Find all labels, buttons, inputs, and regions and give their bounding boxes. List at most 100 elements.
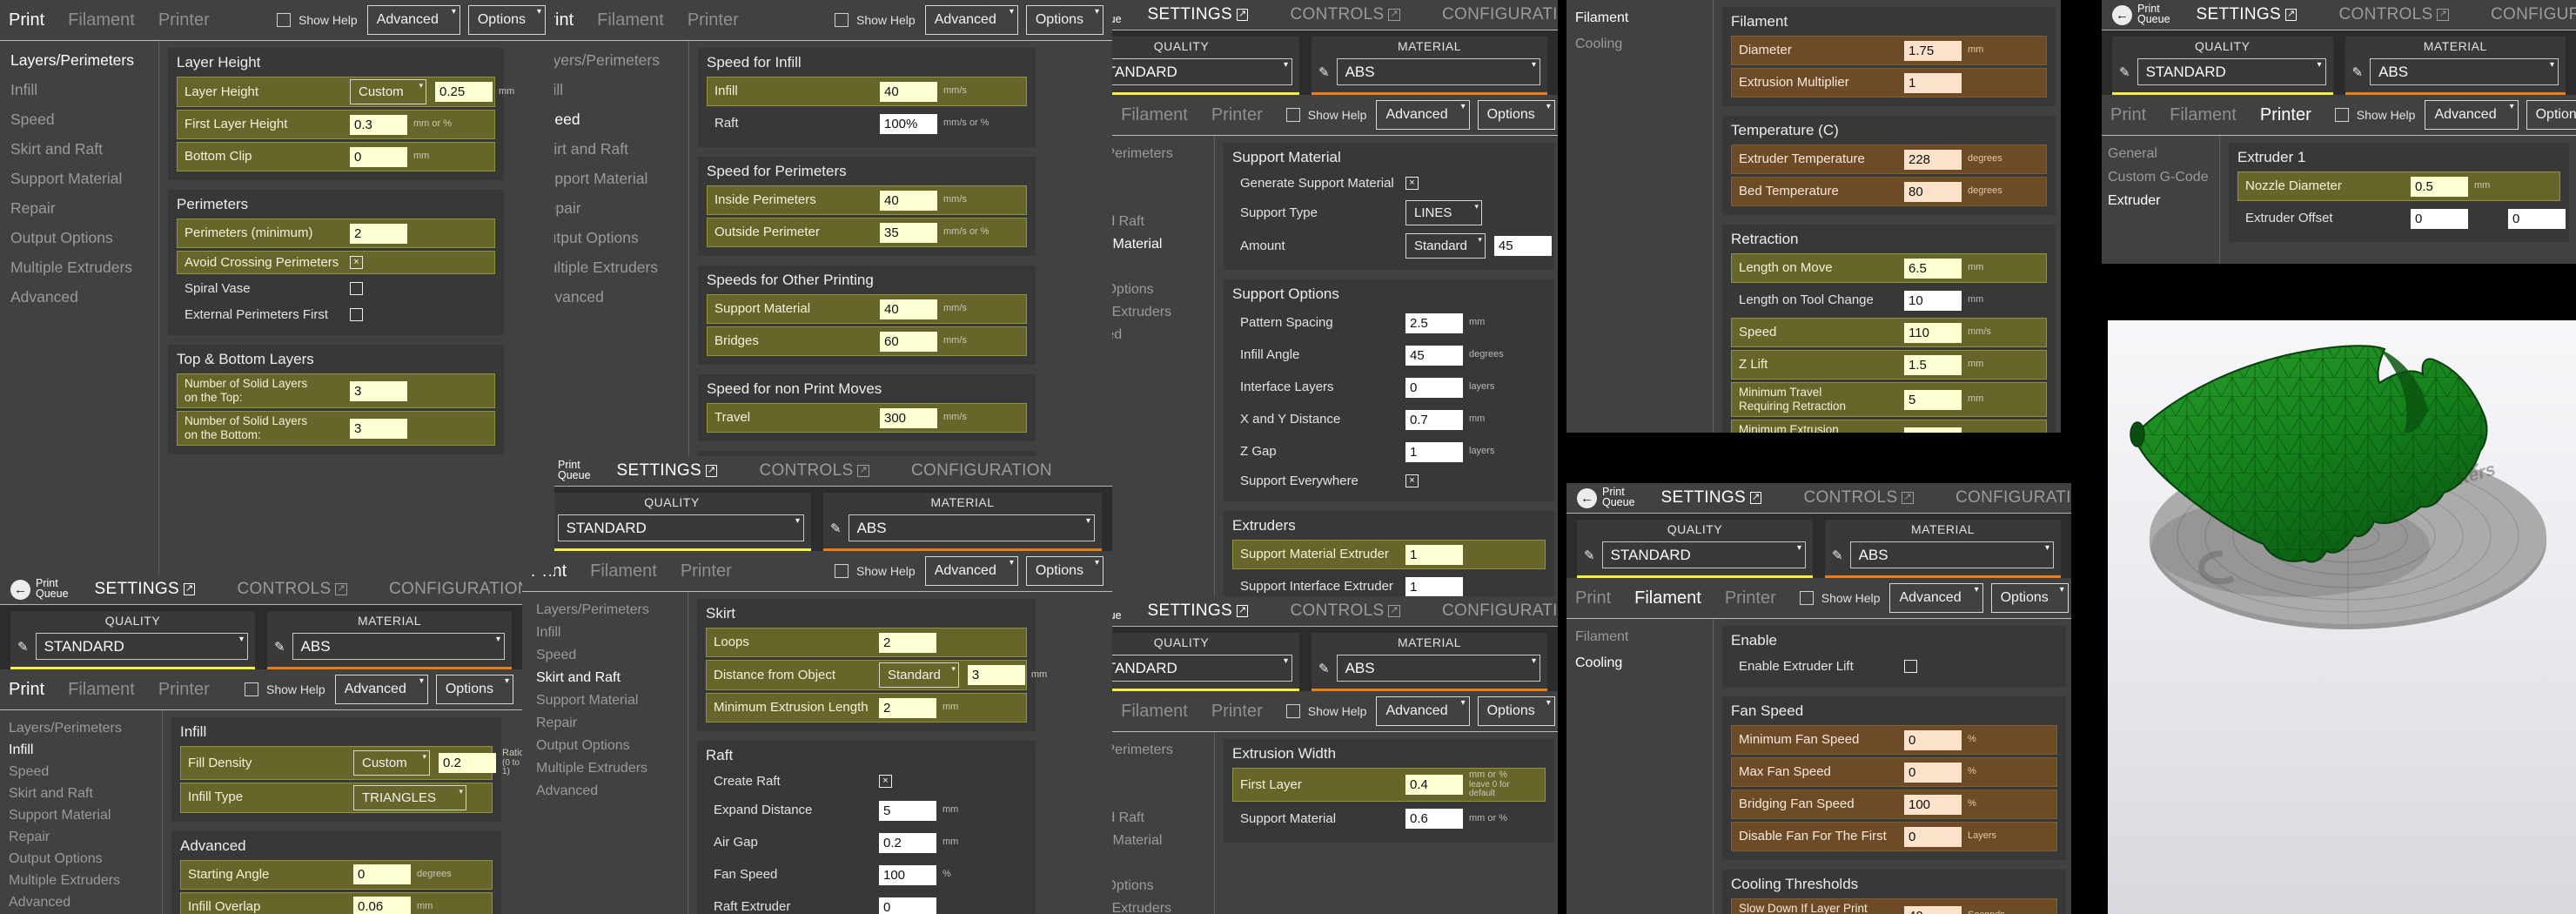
value-input[interactable]: 0.25 bbox=[435, 82, 493, 102]
advanced-level-select[interactable]: Advanced▾ bbox=[1376, 100, 1469, 130]
sidebar-item-speed[interactable]: Speed bbox=[9, 764, 162, 780]
tab-print[interactable]: Print bbox=[9, 680, 44, 700]
sidebar-item-multiple-extruders[interactable]: Multiple Extruders bbox=[536, 761, 688, 776]
quality-select[interactable]: STANDARD▾ bbox=[36, 633, 248, 660]
print-queue-button[interactable]: ←Print Queue bbox=[10, 579, 69, 600]
value-input[interactable]: 100% bbox=[880, 114, 937, 134]
value-input[interactable]: 0.6 bbox=[1405, 809, 1463, 829]
tab-print[interactable]: Print bbox=[2110, 105, 2146, 125]
options-menu-button[interactable]: Options▾ bbox=[468, 5, 546, 35]
nav-configuration[interactable]: CONFIGURATION bbox=[911, 461, 1052, 481]
nav-controls[interactable]: CONTROLS↗ bbox=[2338, 5, 2449, 24]
sidebar-item-layers-perimeters[interactable]: Layers/Perimeters bbox=[9, 721, 162, 736]
sidebar-item-filament[interactable]: Filament bbox=[1575, 10, 1713, 26]
quality-select[interactable]: STANDARD▾ bbox=[1089, 655, 1292, 682]
edit-material-icon[interactable]: ✎ bbox=[830, 521, 842, 536]
checkbox[interactable] bbox=[1904, 660, 1917, 673]
sidebar-item-advanced[interactable]: Advanced bbox=[536, 288, 688, 306]
nav-settings[interactable]: SETTINGS↗ bbox=[2197, 5, 2298, 24]
material-select[interactable]: ABS▾ bbox=[1850, 541, 2054, 568]
options-menu-button[interactable]: Options▾ bbox=[1478, 696, 1555, 726]
nav-configuration[interactable]: CONFIGURATION bbox=[2491, 5, 2576, 24]
value-input[interactable]: 0 bbox=[353, 864, 411, 884]
sidebar-item-advanced[interactable]: Advanced bbox=[9, 895, 162, 911]
checkbox-checked[interactable]: × bbox=[350, 256, 363, 269]
value-input[interactable]: 0.5 bbox=[2411, 177, 2468, 197]
print-queue-button[interactable]: ←Print Queue bbox=[2112, 4, 2170, 25]
tab-printer[interactable]: Printer bbox=[158, 10, 210, 30]
value-input[interactable]: 0 bbox=[879, 897, 936, 914]
edit-material-icon[interactable]: ✎ bbox=[1832, 548, 1843, 563]
sidebar-item-support-material[interactable]: Support Material bbox=[536, 170, 688, 188]
sidebar-item-infill[interactable]: Infill bbox=[536, 625, 688, 641]
value-input[interactable]: 3 bbox=[350, 419, 407, 439]
value-input[interactable]: 40 bbox=[880, 299, 937, 319]
tab-print[interactable]: Print bbox=[9, 10, 44, 30]
tab-printer[interactable]: Printer bbox=[681, 561, 732, 581]
advanced-level-select[interactable]: Advanced▾ bbox=[925, 556, 1018, 586]
options-menu-button[interactable]: Options▾ bbox=[436, 675, 513, 704]
value-input[interactable]: 1.5 bbox=[1904, 427, 1962, 433]
sidebar-item-skirt-and-raft[interactable]: Skirt and Raft bbox=[536, 670, 688, 686]
tab-filament[interactable]: Filament bbox=[2170, 105, 2237, 125]
nav-settings[interactable]: SETTINGS↗ bbox=[1661, 488, 1762, 507]
show-help-checkbox[interactable] bbox=[277, 13, 291, 27]
advanced-level-select[interactable]: Advanced▾ bbox=[367, 5, 460, 35]
sidebar-item-skirt-and-raft[interactable]: Skirt and Raft bbox=[9, 786, 162, 802]
show-help-checkbox[interactable] bbox=[835, 564, 849, 578]
value-input[interactable]: 2 bbox=[879, 633, 936, 653]
value-input[interactable]: 3 bbox=[350, 381, 407, 401]
sidebar-item-repair[interactable]: Repair bbox=[9, 830, 162, 845]
value-input[interactable]: 0 bbox=[350, 147, 407, 167]
tab-filament[interactable]: Filament bbox=[590, 561, 657, 581]
value-input[interactable]: 40 bbox=[880, 191, 937, 211]
edit-quality-icon[interactable]: ✎ bbox=[2119, 64, 2130, 80]
value-input[interactable]: 45 bbox=[1494, 236, 1552, 256]
value-input[interactable]: 2.5 bbox=[1405, 313, 1463, 333]
advanced-level-select[interactable]: Advanced▾ bbox=[2425, 100, 2518, 130]
sidebar-item-speed[interactable]: Speed bbox=[536, 648, 688, 663]
tab-filament[interactable]: Filament bbox=[1121, 105, 1188, 125]
dropdown-lines[interactable]: LINES▾ bbox=[1405, 200, 1482, 225]
tab-printer[interactable]: Printer bbox=[688, 10, 739, 30]
value-input[interactable]: 80 bbox=[1904, 182, 1962, 202]
value-input[interactable]: 0.3 bbox=[350, 115, 407, 135]
sidebar-item-general[interactable]: General bbox=[2108, 146, 2219, 162]
dropdown-triangles[interactable]: TRIANGLES▾ bbox=[353, 785, 466, 810]
edit-quality-icon[interactable]: ✎ bbox=[1584, 548, 1595, 563]
value-input[interactable]: 228 bbox=[1904, 150, 1962, 170]
nav-settings[interactable]: SETTINGS↗ bbox=[617, 461, 718, 481]
advanced-level-select[interactable]: Advanced▾ bbox=[1376, 696, 1469, 726]
sidebar-item-infill[interactable]: Infill bbox=[536, 81, 688, 99]
options-menu-button[interactable]: Options▾ bbox=[1026, 5, 1104, 35]
value-input[interactable]: 300 bbox=[880, 408, 937, 428]
sidebar-item-infill[interactable]: Infill bbox=[9, 743, 162, 758]
tab-printer[interactable]: Printer bbox=[158, 680, 210, 700]
value-input[interactable]: 1 bbox=[1405, 577, 1463, 597]
nav-controls[interactable]: CONTROLS↗ bbox=[1803, 488, 1914, 507]
sidebar-item-output-options[interactable]: Output Options bbox=[9, 851, 162, 867]
sidebar-item-multiple-extruders[interactable]: Multiple Extruders bbox=[10, 259, 158, 277]
nav-controls[interactable]: CONTROLS↗ bbox=[237, 580, 347, 599]
material-select[interactable]: ABS▾ bbox=[1337, 655, 1540, 682]
sidebar-item-advanced[interactable]: Advanced bbox=[536, 783, 688, 799]
value-input[interactable]: 0.7 bbox=[1405, 410, 1463, 430]
value-input[interactable]: 0 bbox=[1904, 730, 1962, 750]
value-input[interactable]: 6.5 bbox=[1904, 259, 1962, 279]
checkbox-checked[interactable]: × bbox=[879, 775, 892, 788]
sidebar-item-layers-perimeters[interactable]: Layers/Perimeters bbox=[536, 602, 688, 618]
tab-filament[interactable]: Filament bbox=[68, 10, 135, 30]
checkbox[interactable] bbox=[350, 282, 363, 295]
value-input[interactable]: 10 bbox=[1904, 291, 1962, 311]
sidebar-item-custom-g-code[interactable]: Custom G-Code bbox=[2108, 170, 2219, 185]
nav-settings[interactable]: SETTINGS↗ bbox=[1148, 5, 1249, 24]
sidebar-item-layers-perimeters[interactable]: Layers/Perimeters bbox=[10, 51, 158, 70]
sidebar-item-output-options[interactable]: Output Options bbox=[10, 229, 158, 247]
value-input[interactable]: 1 bbox=[1405, 545, 1463, 565]
checkbox-checked[interactable]: × bbox=[1405, 177, 1419, 190]
sidebar-item-advanced[interactable]: Advanced bbox=[10, 288, 158, 306]
tab-filament[interactable]: Filament bbox=[597, 10, 664, 30]
3d-view[interactable]: Printers bbox=[2108, 320, 2576, 914]
sidebar-item-repair[interactable]: Repair bbox=[10, 199, 158, 218]
quality-select[interactable]: STANDARD▾ bbox=[1089, 58, 1292, 85]
